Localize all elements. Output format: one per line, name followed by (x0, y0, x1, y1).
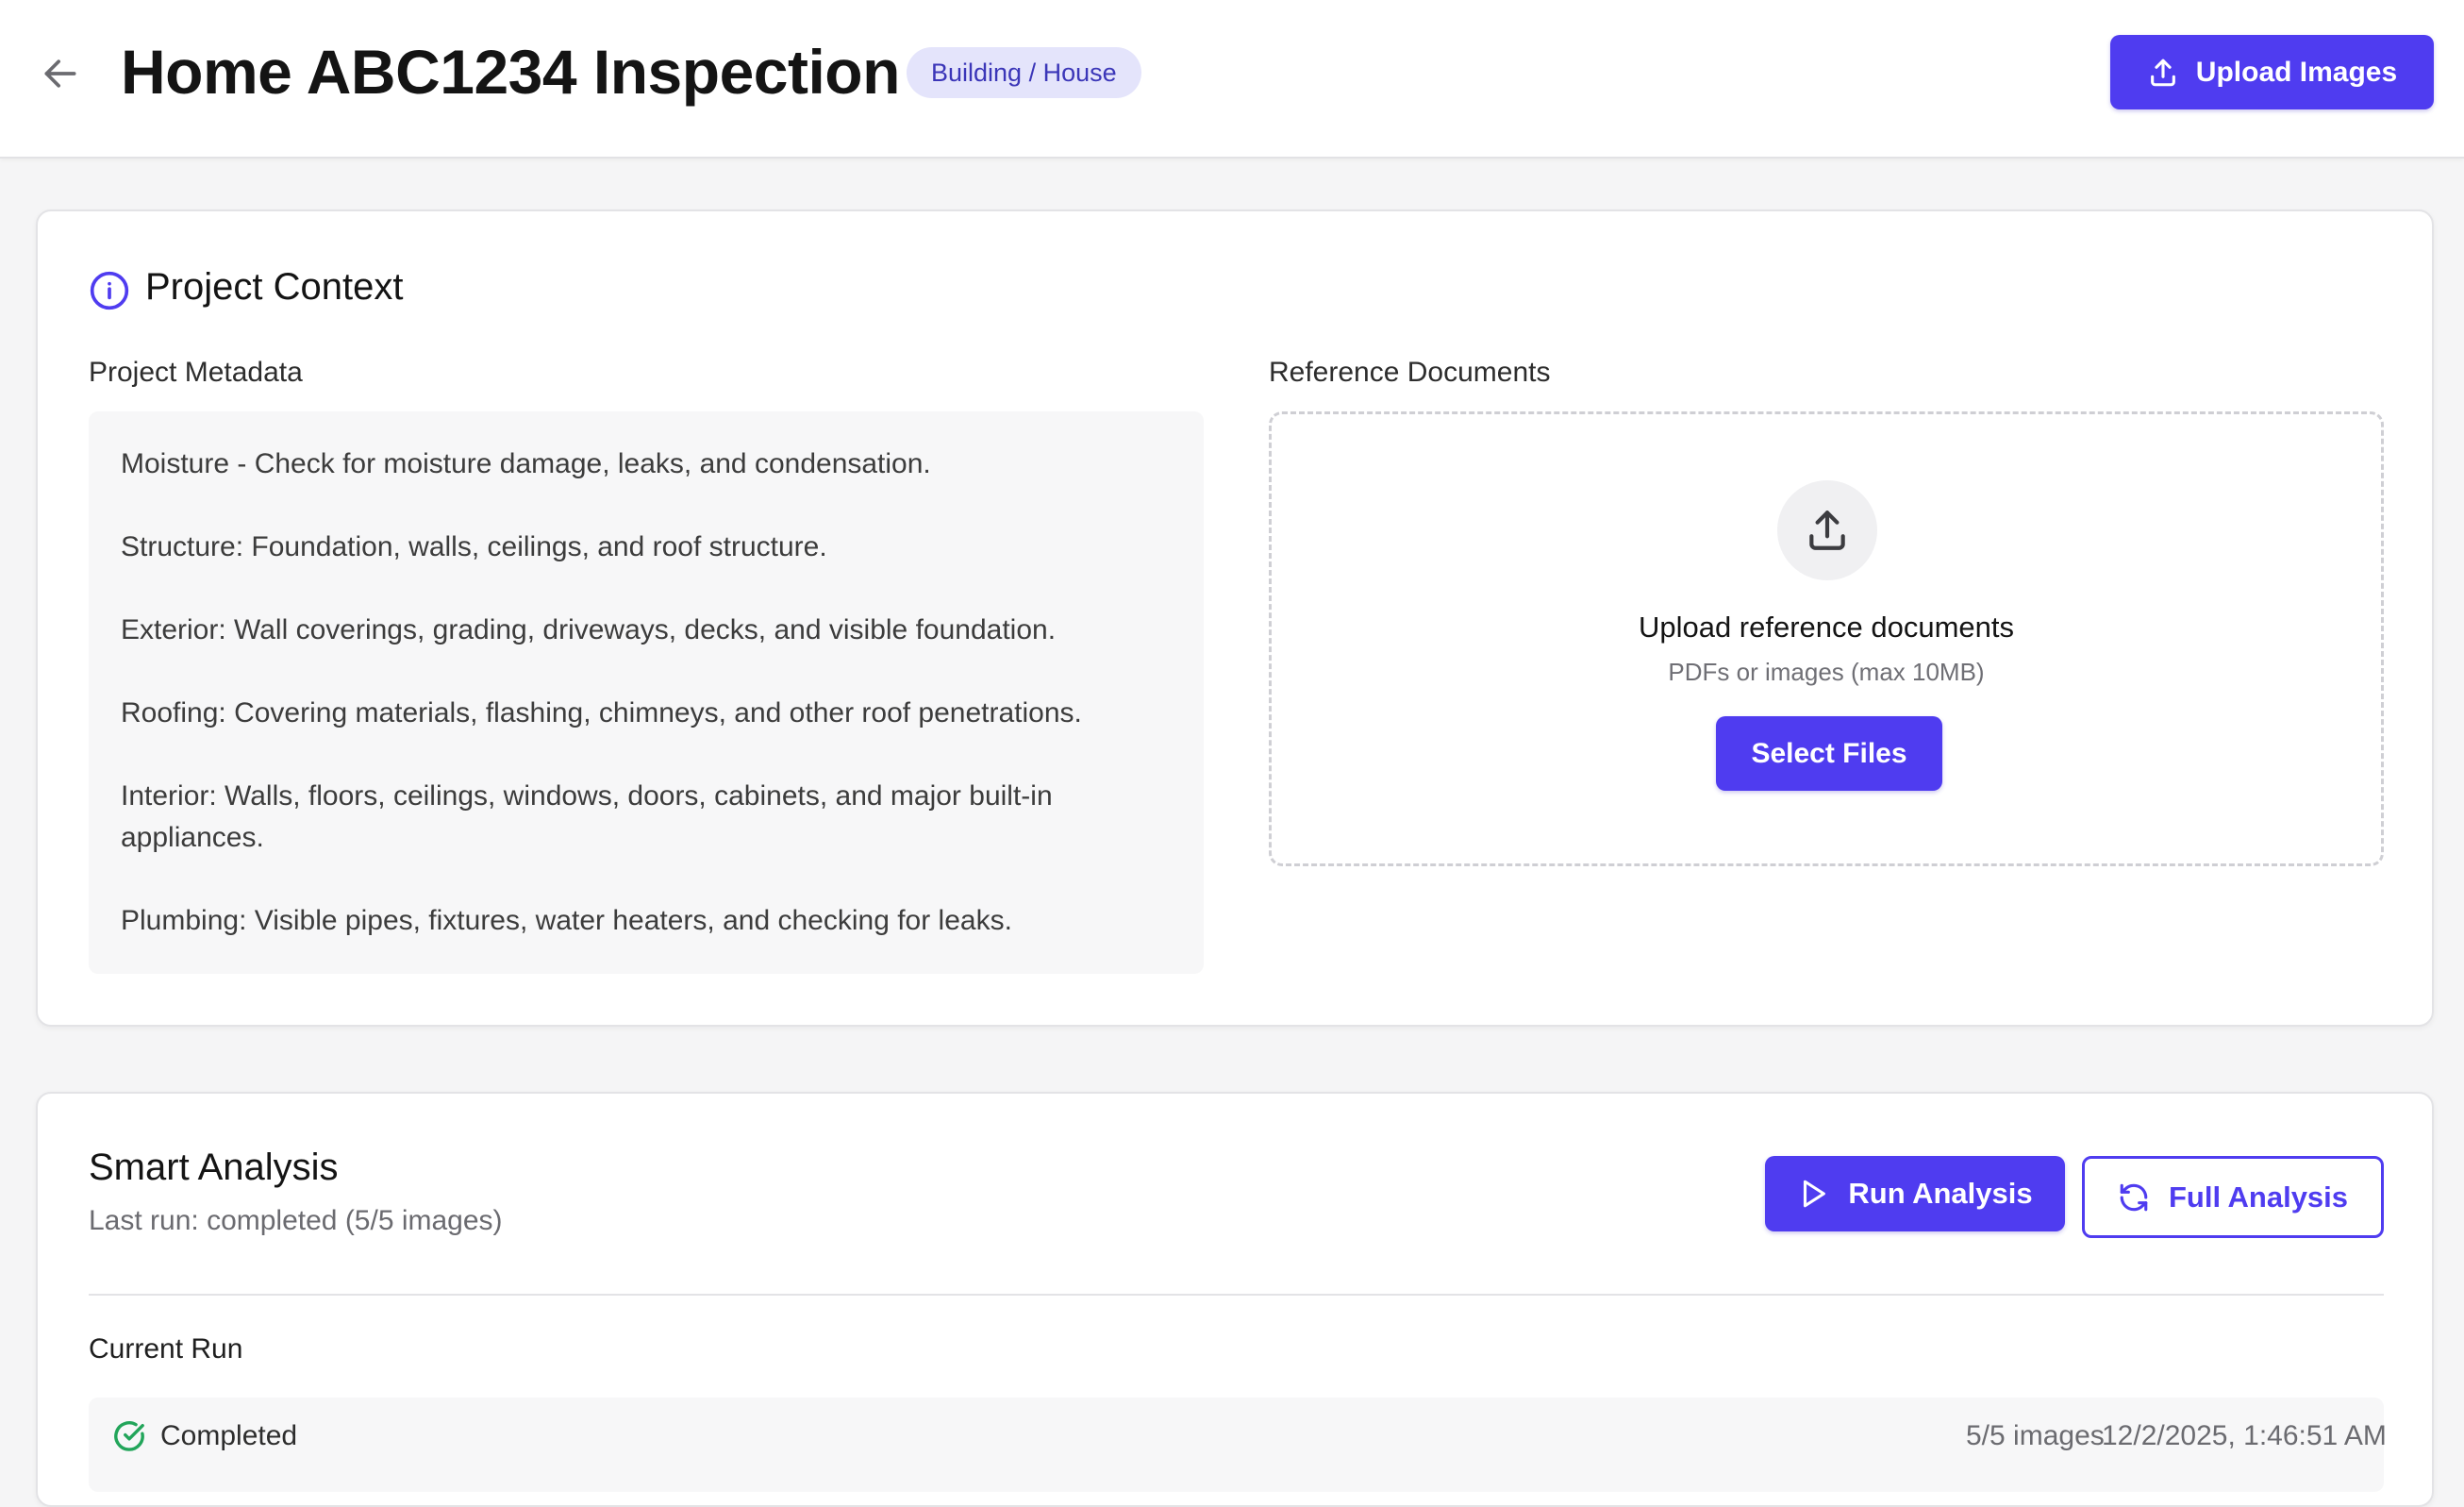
run-image-count: 5/5 images (1966, 1420, 2105, 1451)
play-icon (1804, 1180, 1826, 1208)
upload-reference-hint: PDFs or images (max 10MB) (1668, 658, 1985, 686)
run-analysis-label: Run Analysis (1848, 1177, 2033, 1210)
page-title: Home ABC1234 Inspection (121, 37, 900, 107)
run-status: Completed (113, 1420, 297, 1452)
metadata-item: Moisture - Check for moisture damage, le… (121, 448, 931, 479)
reference-upload-dropzone[interactable]: Upload reference documents PDFs or image… (1269, 411, 2384, 866)
run-analysis-button[interactable]: Run Analysis (1765, 1156, 2065, 1231)
upload-icon-circle (1777, 480, 1877, 580)
metadata-item: Structure: Foundation, walls, ceilings, … (121, 531, 827, 562)
back-button[interactable] (36, 49, 85, 98)
project-metadata-box: Moisture - Check for moisture damage, le… (89, 411, 1204, 974)
project-type-badge: Building / House (907, 47, 1141, 98)
full-analysis-label: Full Analysis (2168, 1180, 2349, 1214)
section-divider (89, 1294, 2384, 1296)
smart-analysis-title: Smart Analysis (89, 1147, 339, 1188)
check-circle-icon (114, 1421, 144, 1451)
upload-icon (2150, 59, 2175, 86)
run-timestamp: 12/2/2025, 1:46:51 AM (2102, 1420, 2387, 1451)
select-files-button[interactable]: Select Files (1716, 716, 1942, 791)
arrow-left-icon (44, 59, 76, 88)
full-analysis-button[interactable]: Full Analysis (2082, 1156, 2384, 1238)
project-context-title: Project Context (145, 266, 404, 308)
project-context-card: Project Context Project Metadata Moistur… (36, 209, 2434, 1027)
current-run-label: Current Run (89, 1333, 243, 1365)
current-run-row[interactable]: Completed 5/5 images 12/2/2025, 1:46:51 … (89, 1398, 2387, 1492)
metadata-item: Exterior: Wall coverings, grading, drive… (121, 614, 1057, 645)
run-status-label: Completed (160, 1420, 298, 1451)
upload-images-button[interactable]: Upload Images (2110, 35, 2434, 109)
reference-documents-label: Reference Documents (1269, 357, 1551, 388)
project-metadata-label: Project Metadata (89, 357, 303, 388)
upload-reference-title: Upload reference documents (1638, 611, 2015, 644)
metadata-item: Interior: Walls, floors, ceilings, windo… (121, 780, 1053, 853)
last-run-text: Last run: completed (5/5 images) (89, 1205, 503, 1236)
upload-icon (1809, 511, 1845, 550)
top-header: Home ABC1234 Inspection Building / House… (0, 0, 2464, 159)
smart-analysis-card: Smart Analysis Last run: completed (5/5 … (36, 1092, 2434, 1507)
refresh-icon (2120, 1183, 2148, 1211)
info-circle-icon (90, 271, 129, 310)
upload-images-label: Upload Images (2195, 56, 2398, 88)
metadata-item: Plumbing: Visible pipes, fixtures, water… (121, 905, 1012, 936)
metadata-item: Roofing: Covering materials, flashing, c… (121, 697, 1082, 728)
